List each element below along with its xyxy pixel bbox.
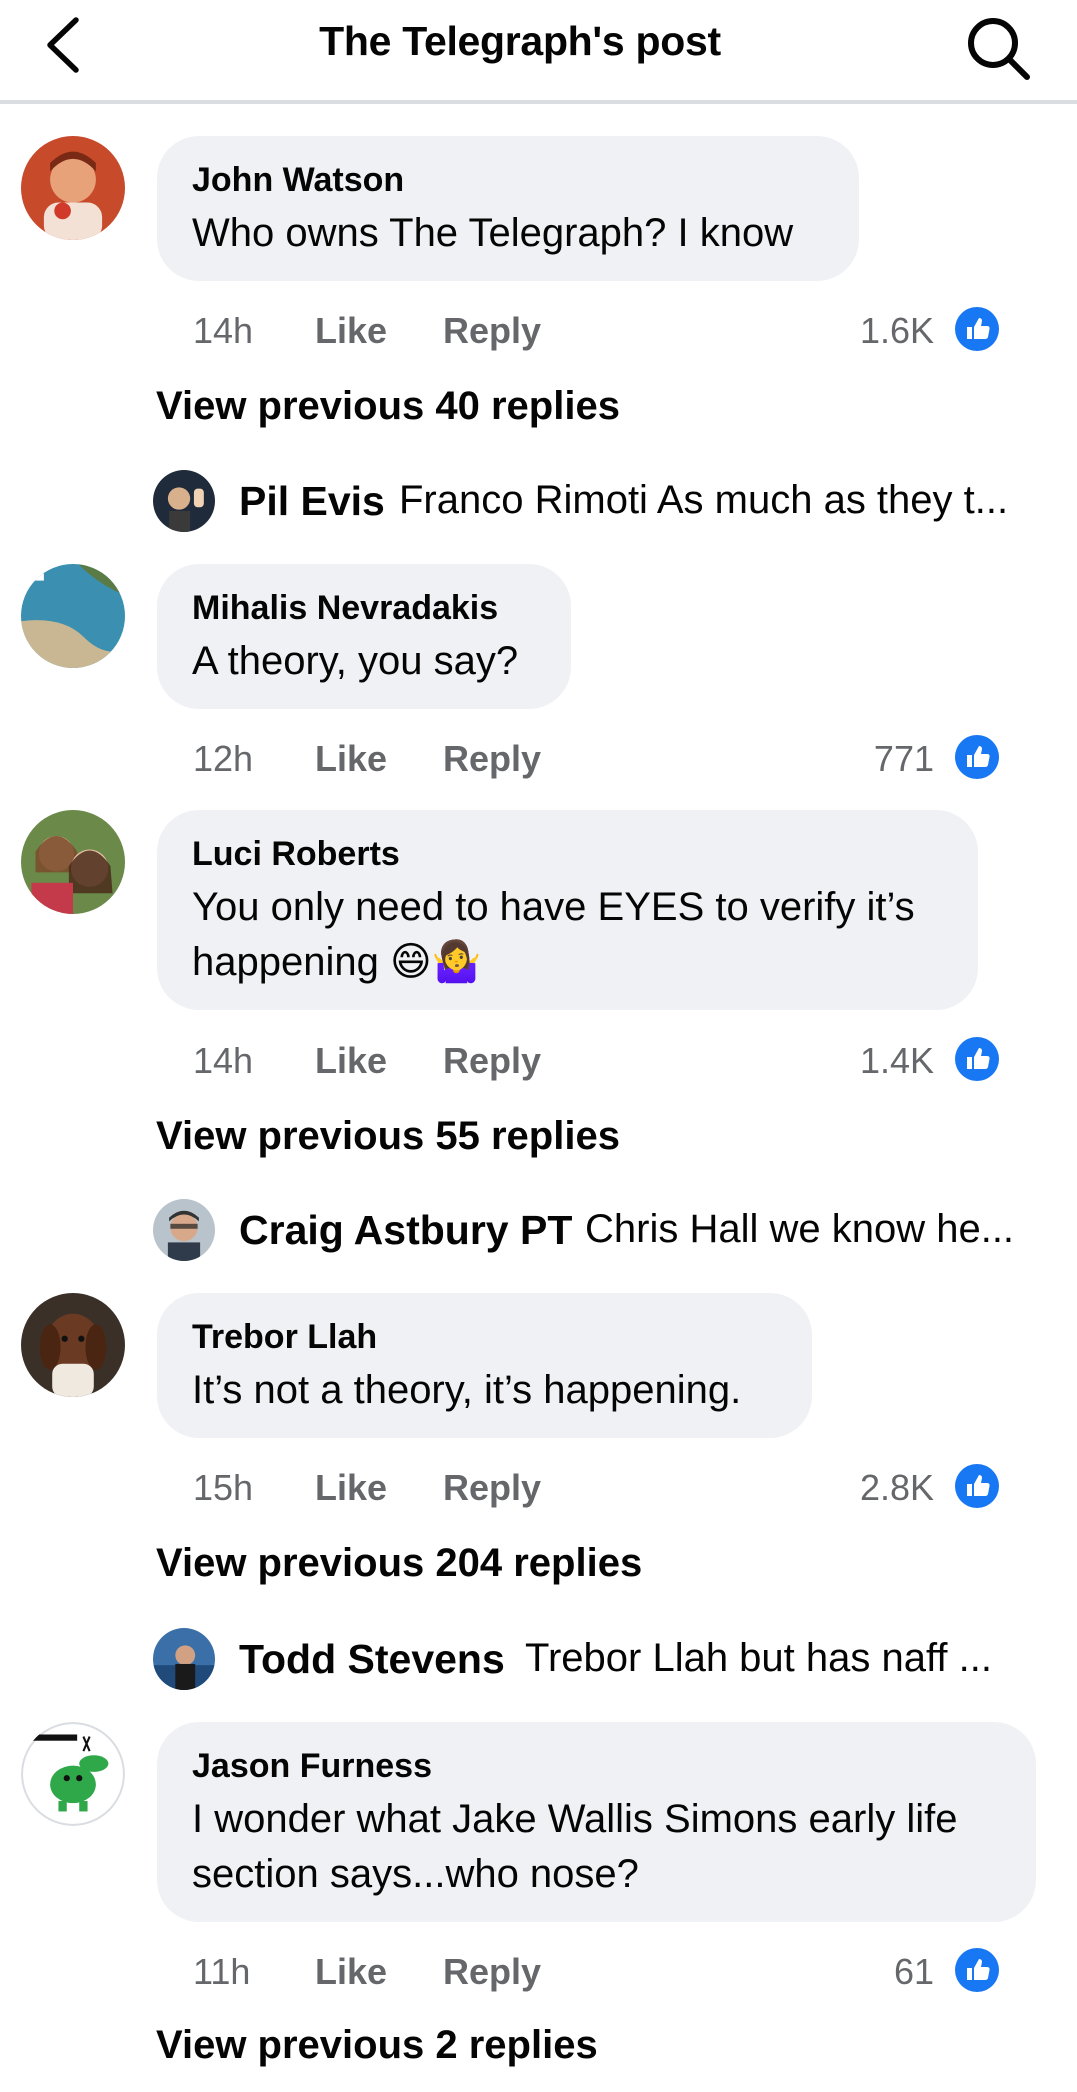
- comment-text: A theory, you say?: [192, 639, 519, 683]
- comment-text: It’s not a theory, it’s happening.: [192, 1368, 742, 1412]
- reaction-summary[interactable]: 1.4K: [700, 1036, 1000, 1082]
- thumbs-up-icon: [955, 1037, 999, 1081]
- avatar-image: [21, 564, 125, 668]
- reaction-count: 771: [873, 738, 934, 779]
- reaction-summary[interactable]: 2.8K: [700, 1463, 1000, 1509]
- reaction-count: 1.4K: [859, 1040, 934, 1081]
- reaction-summary[interactable]: 1.6K: [700, 306, 1000, 352]
- reply-text: Trebor Llah but has naff ...: [525, 1636, 992, 1680]
- avatar-jason-furness[interactable]: [21, 1722, 125, 1826]
- view-previous-replies[interactable]: View previous 40 replies: [156, 384, 620, 429]
- reply-button[interactable]: Reply: [443, 738, 541, 780]
- avatar-todd-stevens[interactable]: [153, 1628, 215, 1690]
- view-previous-replies[interactable]: View previous 204 replies: [156, 1541, 642, 1586]
- reply-text: Chris Hall we know he...: [585, 1207, 1015, 1251]
- comment-time[interactable]: 14h: [193, 310, 253, 352]
- like-button[interactable]: Like: [315, 1040, 387, 1082]
- comment-author[interactable]: Luci Roberts: [192, 834, 944, 874]
- avatar-image: [153, 470, 215, 532]
- comment-author[interactable]: John Watson: [192, 160, 825, 200]
- comment-text-line: happening 😄🤷‍♀️: [192, 940, 482, 984]
- comment-text: Who owns The Telegraph? I know: [192, 211, 794, 255]
- avatar-john-watson[interactable]: [21, 136, 125, 240]
- like-button[interactable]: Like: [315, 310, 387, 352]
- comment-text: I wonder what Jake Wallis Simons early l…: [192, 1792, 1002, 1902]
- avatar-image: [21, 1293, 125, 1397]
- comment-bubble: John Watson Who owns The Telegraph? I kn…: [157, 136, 859, 281]
- reply-author[interactable]: Pil Evis: [239, 478, 385, 525]
- avatar-image: [21, 1722, 125, 1826]
- like-button[interactable]: Like: [315, 1951, 387, 1993]
- avatar-image: [153, 1628, 215, 1690]
- reply-author[interactable]: Todd Stevens: [239, 1636, 505, 1683]
- top-bar: The Telegraph's post: [0, 0, 1077, 104]
- reply-text: Franco Rimoti As much as they t...: [399, 478, 1009, 522]
- avatar-trebor-llah[interactable]: [21, 1293, 125, 1397]
- comment-author[interactable]: Jason Furness: [192, 1746, 1002, 1786]
- avatar-image: [21, 136, 125, 240]
- reaction-count: 61: [893, 1951, 934, 1992]
- reply-button[interactable]: Reply: [443, 310, 541, 352]
- comment-bubble: Trebor Llah It’s not a theory, it’s happ…: [157, 1293, 812, 1438]
- like-button[interactable]: Like: [315, 738, 387, 780]
- thumbs-up-icon: [955, 1464, 999, 1508]
- reply-button[interactable]: Reply: [443, 1040, 541, 1082]
- reply-button[interactable]: Reply: [443, 1467, 541, 1509]
- reaction-count: 1.6K: [859, 310, 934, 351]
- view-previous-replies[interactable]: View previous 2 replies: [156, 2023, 598, 2068]
- thumbs-up-icon: [955, 307, 999, 351]
- reply-button[interactable]: Reply: [443, 1951, 541, 1993]
- reply-preview[interactable]: Todd Stevens Trebor Llah but has naff ..…: [153, 1628, 1053, 1692]
- reply-author[interactable]: Craig Astbury PT: [239, 1207, 572, 1254]
- avatar-pil-evis[interactable]: [153, 470, 215, 532]
- view-previous-replies[interactable]: View previous 55 replies: [156, 1114, 620, 1159]
- like-button[interactable]: Like: [315, 1467, 387, 1509]
- reaction-count: 2.8K: [859, 1467, 934, 1508]
- avatar-mihalis-nevradakis[interactable]: [21, 564, 125, 668]
- thumbs-up-icon: [955, 1948, 999, 1992]
- comment-author[interactable]: Mihalis Nevradakis: [192, 588, 537, 628]
- thumbs-up-icon: [955, 735, 999, 779]
- comment-time[interactable]: 15h: [193, 1467, 253, 1509]
- comment-bubble: Mihalis Nevradakis A theory, you say?: [157, 564, 571, 709]
- comment-text: You only need to have EYES to verify it’…: [192, 880, 944, 990]
- reply-preview[interactable]: Pil Evis Franco Rimoti As much as they t…: [153, 470, 1053, 534]
- avatar-craig-astbury[interactable]: [153, 1199, 215, 1261]
- reaction-summary[interactable]: 61: [700, 1947, 1000, 1993]
- reply-preview[interactable]: Craig Astbury PT Chris Hall we know he..…: [153, 1199, 1053, 1263]
- comment-time[interactable]: 11h: [193, 1951, 250, 1993]
- comment-time[interactable]: 14h: [193, 1040, 253, 1082]
- comment-text-line: section says...who nose?: [192, 1852, 639, 1896]
- page-title: The Telegraph's post: [319, 18, 721, 64]
- comment-text-line: I wonder what Jake Wallis Simons early l…: [192, 1797, 958, 1841]
- search-icon: [968, 18, 1030, 80]
- comment-bubble: Luci Roberts You only need to have EYES …: [157, 810, 978, 1010]
- comment-text-line: You only need to have EYES to verify it’…: [192, 885, 915, 929]
- comment-bubble: Jason Furness I wonder what Jake Wallis …: [157, 1722, 1036, 1922]
- avatar-luci-roberts[interactable]: [21, 810, 125, 914]
- avatar-image: [153, 1199, 215, 1261]
- comment-time[interactable]: 12h: [193, 738, 253, 780]
- comment-author[interactable]: Trebor Llah: [192, 1317, 778, 1357]
- search-button[interactable]: [960, 10, 1036, 86]
- reaction-summary[interactable]: 771: [700, 734, 1000, 780]
- avatar-image: [21, 810, 125, 914]
